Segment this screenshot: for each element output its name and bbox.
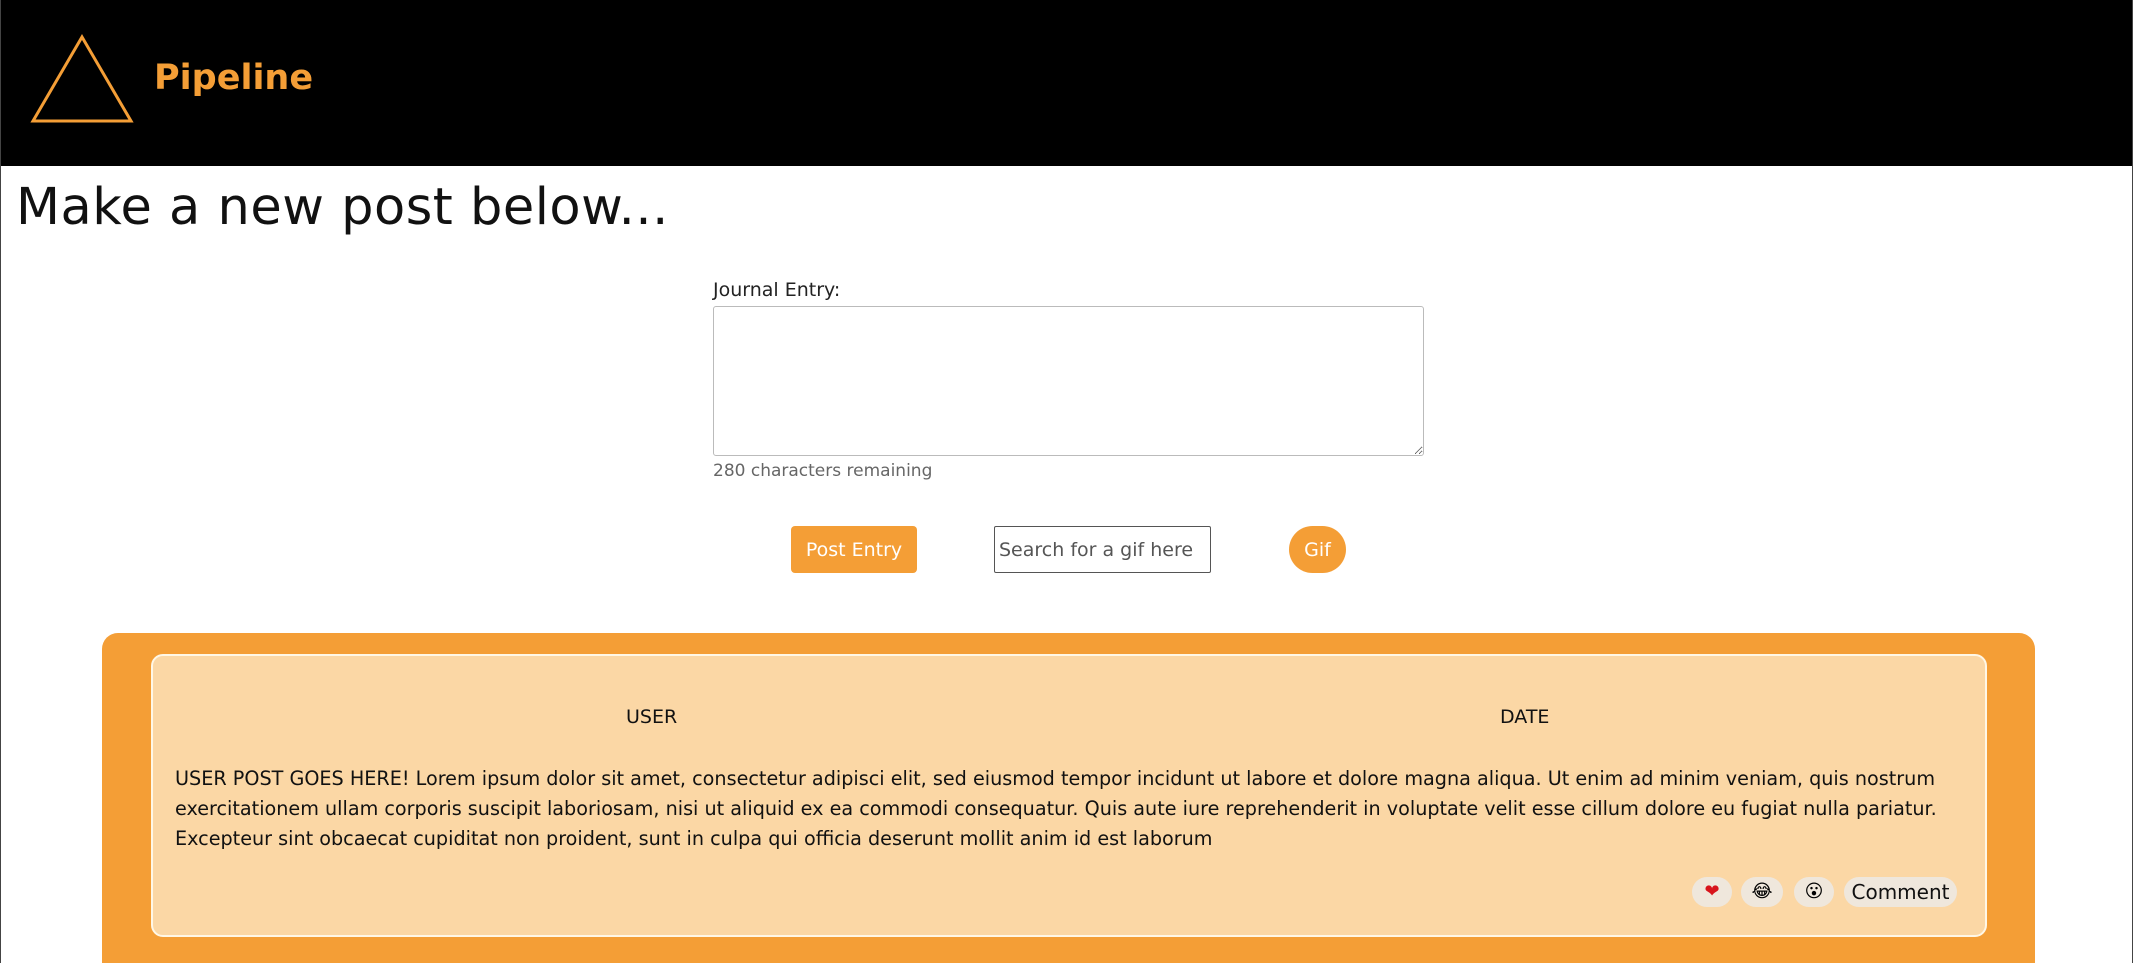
journal-entry-textarea[interactable] — [713, 306, 1424, 456]
laugh-reaction-button[interactable]: 😂 — [1741, 877, 1783, 907]
journal-entry-label: Journal Entry: — [713, 279, 841, 301]
wow-reaction-button[interactable]: 😮 — [1794, 877, 1834, 907]
post-entry-button[interactable]: Post Entry — [791, 526, 917, 573]
navbar: Pipeline — [1, 0, 2132, 166]
post-date: DATE — [1500, 706, 1550, 728]
page-title: Make a new post below... — [16, 178, 669, 237]
gif-search-input[interactable] — [994, 526, 1211, 573]
heart-reaction-button[interactable]: ❤ — [1692, 877, 1732, 907]
post-user: USER — [626, 706, 678, 728]
page: Pipeline Make a new post below... Journa… — [0, 0, 2133, 963]
comment-button[interactable]: Comment — [1844, 877, 1957, 907]
gif-button[interactable]: Gif — [1289, 526, 1346, 573]
post-body: USER POST GOES HERE! Lorem ipsum dolor s… — [175, 767, 1937, 850]
triangle-icon[interactable] — [29, 33, 135, 125]
characters-remaining: 280 characters remaining — [713, 461, 933, 481]
brand-name[interactable]: Pipeline — [154, 58, 313, 98]
